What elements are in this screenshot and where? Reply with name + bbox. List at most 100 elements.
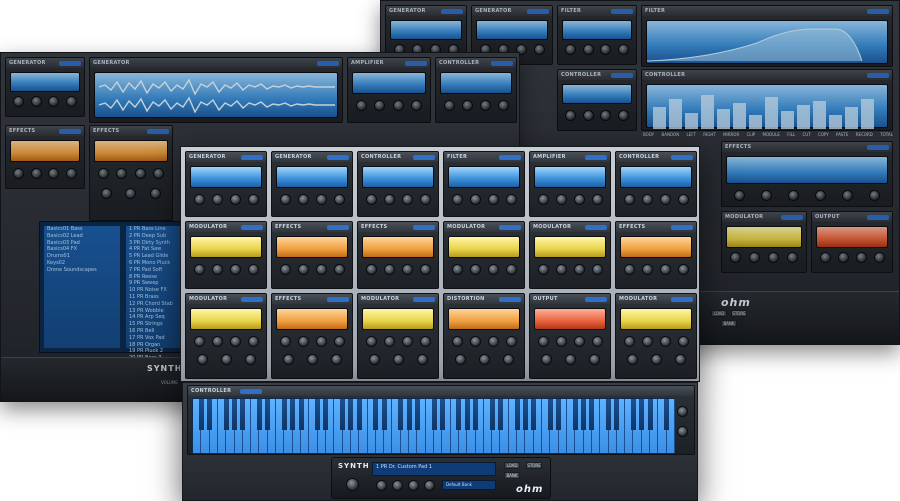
knob[interactable]: [392, 480, 403, 491]
black-key[interactable]: [315, 399, 321, 431]
knob[interactable]: [533, 44, 545, 55]
load-button[interactable]: LOAD: [504, 462, 520, 469]
preset-pill[interactable]: [499, 154, 521, 160]
black-key[interactable]: [664, 399, 670, 431]
knob[interactable]: [196, 354, 208, 365]
preset-pill[interactable]: [781, 214, 803, 220]
black-key[interactable]: [614, 399, 620, 431]
knob[interactable]: [677, 264, 689, 275]
knob[interactable]: [211, 194, 223, 205]
knob[interactable]: [588, 354, 600, 365]
knob[interactable]: [837, 252, 849, 263]
preset-pill[interactable]: [527, 8, 549, 14]
black-key[interactable]: [589, 399, 595, 431]
preset-pill[interactable]: [327, 154, 349, 160]
knob[interactable]: [487, 336, 499, 347]
knob[interactable]: [749, 252, 760, 263]
black-key[interactable]: [340, 399, 346, 431]
black-key[interactable]: [414, 399, 420, 431]
knob[interactable]: [505, 264, 517, 275]
knob[interactable]: [306, 354, 318, 365]
preset-pill[interactable]: [867, 214, 889, 220]
store-button[interactable]: STORE: [526, 462, 542, 469]
knob[interactable]: [125, 188, 137, 199]
black-key[interactable]: [323, 399, 329, 431]
load-button[interactable]: LOAD: [711, 310, 727, 317]
black-key[interactable]: [639, 399, 645, 431]
knob[interactable]: [869, 190, 880, 201]
bank-list-item[interactable]: Basics03 Pad: [44, 240, 120, 247]
knob[interactable]: [505, 336, 517, 347]
black-key[interactable]: [606, 399, 612, 431]
black-key[interactable]: [223, 399, 229, 431]
knob[interactable]: [116, 168, 128, 179]
black-key[interactable]: [398, 399, 404, 431]
black-key[interactable]: [556, 399, 562, 431]
knob[interactable]: [65, 96, 77, 107]
bank-list-item[interactable]: Drone Soundscapes: [44, 267, 120, 274]
preset-pill[interactable]: [867, 8, 889, 14]
knob[interactable]: [451, 264, 463, 275]
knob[interactable]: [392, 100, 404, 111]
knob[interactable]: [100, 188, 112, 199]
mod-knob[interactable]: [677, 426, 688, 437]
knob[interactable]: [788, 190, 799, 201]
knob[interactable]: [617, 110, 629, 121]
preset-pill[interactable]: [405, 60, 427, 66]
black-key[interactable]: [431, 399, 437, 431]
knob[interactable]: [229, 194, 241, 205]
bank-name-display[interactable]: Default Bank: [442, 480, 496, 490]
knob[interactable]: [297, 264, 309, 275]
knob[interactable]: [623, 194, 635, 205]
knob[interactable]: [591, 194, 603, 205]
knob[interactable]: [229, 336, 241, 347]
knob[interactable]: [401, 194, 413, 205]
knob[interactable]: [333, 336, 345, 347]
knob[interactable]: [48, 168, 60, 179]
knob[interactable]: [65, 168, 77, 179]
knob[interactable]: [401, 336, 413, 347]
patch-name-display[interactable]: 1 PR Dr. Custom Pad 1: [372, 462, 496, 476]
preset-pill[interactable]: [671, 154, 693, 160]
knob[interactable]: [97, 168, 109, 179]
preset-pill[interactable]: [413, 154, 435, 160]
knob[interactable]: [461, 100, 473, 111]
knob[interactable]: [30, 96, 42, 107]
knob[interactable]: [374, 100, 386, 111]
black-key[interactable]: [240, 399, 246, 431]
knob[interactable]: [193, 264, 205, 275]
function-button[interactable]: FILL: [787, 132, 795, 137]
knob[interactable]: [48, 96, 60, 107]
function-button[interactable]: RIGHT: [703, 132, 716, 137]
black-key[interactable]: [381, 399, 387, 431]
knob[interactable]: [537, 336, 549, 347]
bank-list-item[interactable]: Basics04 FX: [44, 246, 120, 253]
knob[interactable]: [591, 264, 603, 275]
black-key[interactable]: [581, 399, 587, 431]
bank-list-item[interactable]: Basics02 Lead: [44, 233, 120, 240]
knob[interactable]: [641, 336, 653, 347]
preset-pill[interactable]: [241, 296, 263, 302]
knob[interactable]: [659, 336, 671, 347]
knob[interactable]: [730, 252, 741, 263]
knob[interactable]: [659, 194, 671, 205]
preset-pill[interactable]: [671, 296, 693, 302]
knob[interactable]: [150, 188, 162, 199]
black-key[interactable]: [348, 399, 354, 431]
preset-pill[interactable]: [327, 224, 349, 230]
knob[interactable]: [383, 264, 395, 275]
knob[interactable]: [768, 252, 779, 263]
knob[interactable]: [419, 264, 431, 275]
black-key[interactable]: [265, 399, 271, 431]
knob[interactable]: [211, 264, 223, 275]
knob[interactable]: [392, 354, 404, 365]
preset-pill[interactable]: [585, 296, 607, 302]
knob[interactable]: [573, 336, 585, 347]
preset-pill[interactable]: [59, 60, 81, 66]
bank-list-item[interactable]: Drums01: [44, 253, 120, 260]
knob[interactable]: [365, 194, 377, 205]
function-button[interactable]: BANDON: [661, 132, 679, 137]
preset-pill[interactable]: [147, 128, 169, 134]
bank-list-item[interactable]: Basics01 Bass: [44, 226, 120, 233]
knob[interactable]: [193, 336, 205, 347]
